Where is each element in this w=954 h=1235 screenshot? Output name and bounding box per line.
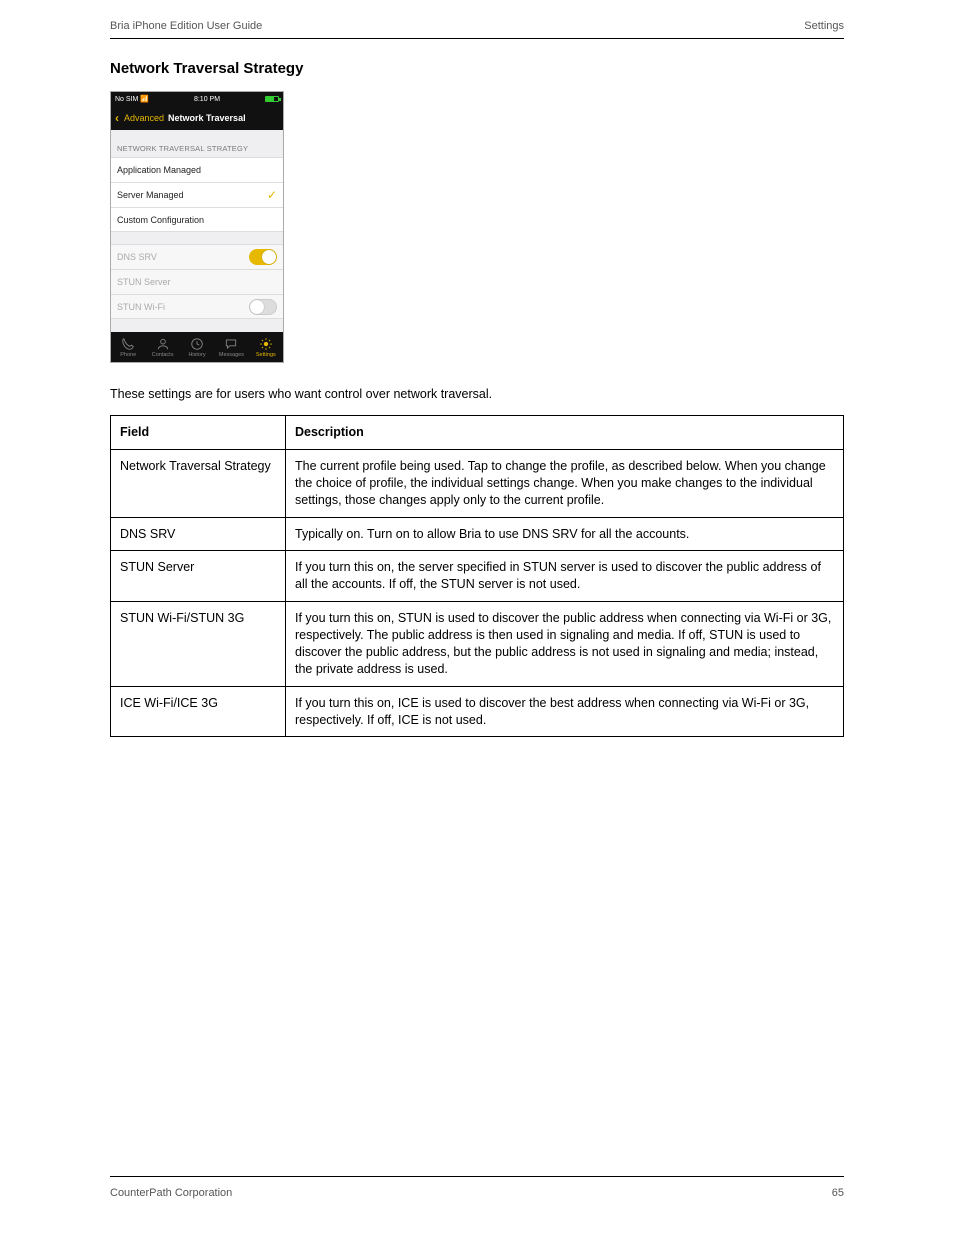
phone-icon (121, 337, 135, 351)
tab-phone[interactable]: Phone (111, 337, 145, 358)
header-left: Bria iPhone Edition User Guide (110, 20, 262, 32)
tab-label: History (188, 352, 205, 358)
messages-icon (224, 337, 238, 351)
table-header-row: Field Description (111, 416, 844, 450)
tab-messages[interactable]: Messages (214, 337, 248, 358)
tab-label: Contacts (152, 352, 174, 358)
row-label: STUN Wi-Fi (117, 302, 165, 312)
table-row: DNS SRV Typically on. Turn on to allow B… (111, 517, 844, 551)
checkmark-icon: ✓ (267, 188, 277, 202)
row-dns-srv: DNS SRV (111, 244, 283, 269)
cell-desc: The current profile being used. Tap to c… (286, 449, 844, 517)
cell-field: DNS SRV (111, 517, 286, 551)
tab-label: Phone (120, 352, 136, 358)
row-label: STUN Server (117, 277, 171, 287)
page-header: Bria iPhone Edition User Guide Settings (110, 20, 844, 32)
th-description: Description (286, 416, 844, 450)
tab-label: Messages (219, 352, 244, 358)
cell-desc: If you turn this on, the server specifie… (286, 551, 844, 602)
status-time: 8:10 PM (194, 96, 220, 103)
cell-desc: If you turn this on, STUN is used to dis… (286, 602, 844, 687)
tab-settings[interactable]: Settings (249, 337, 283, 358)
row-stun-wifi: STUN Wi-Fi (111, 294, 283, 319)
settings-icon (259, 337, 273, 351)
row-label: Custom Configuration (117, 215, 204, 225)
cell-field: STUN Wi-Fi/STUN 3G (111, 602, 286, 687)
th-field: Field (111, 416, 286, 450)
back-chevron-icon[interactable]: ‹ (115, 111, 119, 125)
row-stun-server: STUN Server (111, 269, 283, 294)
table-row: STUN Server If you turn this on, the ser… (111, 551, 844, 602)
row-application-managed[interactable]: Application Managed (111, 157, 283, 182)
table-row: STUN Wi-Fi/STUN 3G If you turn this on, … (111, 602, 844, 687)
page-footer: CounterPath Corporation 65 (110, 1187, 844, 1199)
nav-bar: ‹ Advanced Network Traversal (111, 106, 283, 130)
row-server-managed[interactable]: Server Managed ✓ (111, 182, 283, 207)
cell-field: STUN Server (111, 551, 286, 602)
header-rule (110, 38, 844, 39)
cell-desc: If you turn this on, ICE is used to disc… (286, 686, 844, 737)
contacts-icon (156, 337, 170, 351)
footer-left: CounterPath Corporation (110, 1187, 232, 1199)
tab-history[interactable]: History (180, 337, 214, 358)
row-custom-configuration[interactable]: Custom Configuration (111, 207, 283, 232)
footer-rule (110, 1176, 844, 1177)
cell-field: ICE Wi-Fi/ICE 3G (111, 686, 286, 737)
tab-bar: Phone Contacts History Messages Settings (111, 332, 283, 362)
status-left: No SIM 📶 (115, 95, 149, 103)
row-label: Server Managed (117, 190, 184, 200)
table-row: ICE Wi-Fi/ICE 3G If you turn this on, IC… (111, 686, 844, 737)
row-label: DNS SRV (117, 252, 157, 262)
phone-screenshot: No SIM 📶 8:10 PM ‹ Advanced Network Trav… (110, 91, 284, 363)
battery-icon (265, 96, 279, 102)
table-row: Network Traversal Strategy The current p… (111, 449, 844, 517)
footer-page: 65 (832, 1187, 844, 1199)
cell-field: Network Traversal Strategy (111, 449, 286, 517)
tab-label: Settings (256, 352, 276, 358)
header-right: Settings (804, 20, 844, 32)
section-title: Network Traversal Strategy (110, 60, 844, 77)
back-button[interactable]: Advanced (124, 113, 164, 123)
tab-contacts[interactable]: Contacts (145, 337, 179, 358)
intro-text: These settings are for users who want co… (110, 387, 844, 401)
nav-title: Network Traversal (168, 113, 246, 123)
status-bar: No SIM 📶 8:10 PM (111, 92, 283, 106)
toggle-stun-wifi[interactable] (249, 299, 277, 315)
row-label: Application Managed (117, 165, 201, 175)
list-header: NETWORK TRAVERSAL STRATEGY (111, 130, 283, 157)
cell-desc: Typically on. Turn on to allow Bria to u… (286, 517, 844, 551)
toggle-dns-srv[interactable] (249, 249, 277, 265)
spacer (111, 232, 283, 244)
settings-table: Field Description Network Traversal Stra… (110, 415, 844, 737)
history-icon (190, 337, 204, 351)
